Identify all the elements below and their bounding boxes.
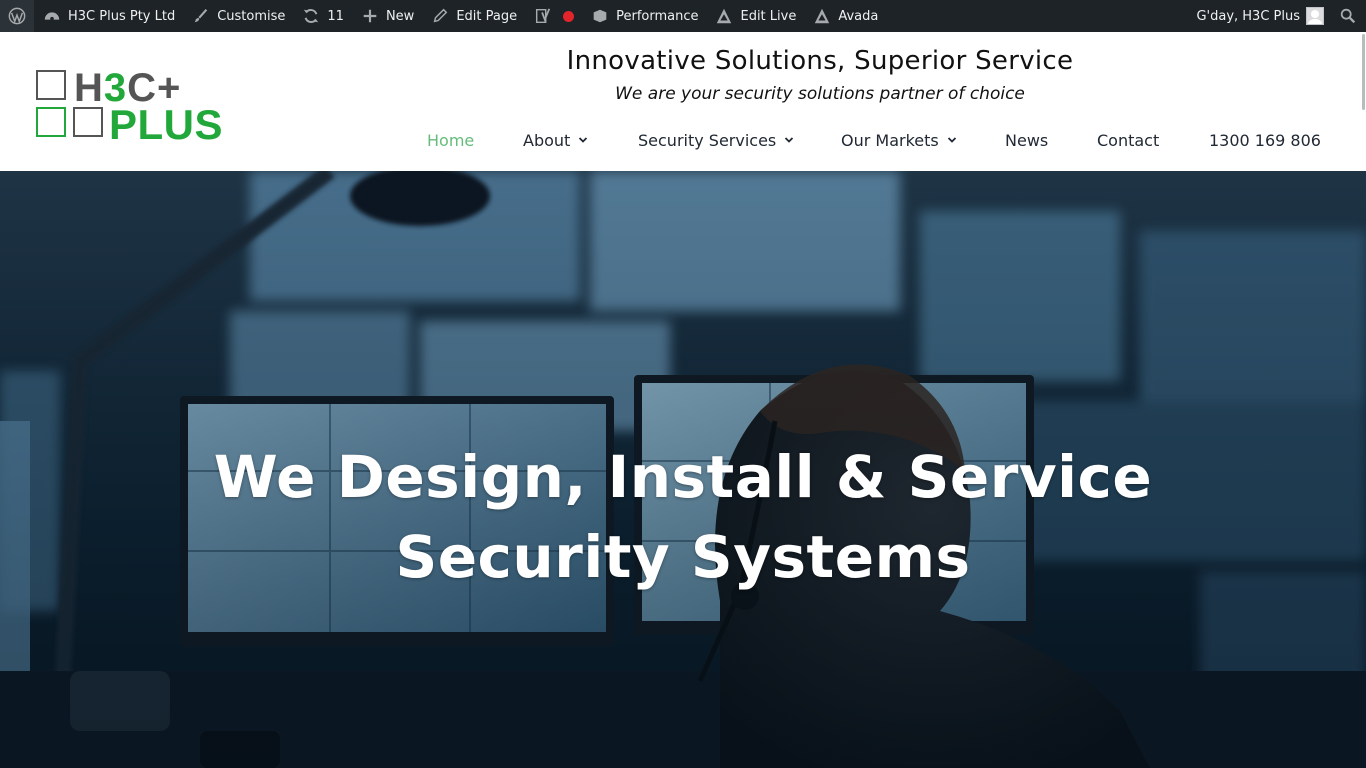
hero-heading-line-2: Security Systems [395,523,971,591]
customise-label: Customise [217,8,286,24]
site-name-menu[interactable]: H3C Plus Pty Ltd [34,0,183,32]
nav-item-our-markets[interactable]: Our Markets [841,128,957,152]
nav-item-label: Our Markets [841,130,939,150]
search-icon [1338,6,1358,26]
admin-bar: H3C Plus Pty Ltd Customise 11 New Edit P… [0,0,1366,32]
customise-button[interactable]: Customise [183,0,293,32]
updates-button[interactable]: 11 [293,0,352,32]
nav-item-news[interactable]: News [1005,128,1048,152]
dashboard-icon [42,6,62,26]
site-name-label: H3C Plus Pty Ltd [68,8,176,24]
paintbrush-icon [191,6,211,26]
edit-page-label: Edit Page [456,8,518,24]
account-menu[interactable]: G'day, H3C Plus [1188,0,1334,32]
seo-menu-button[interactable] [525,0,582,32]
updates-count: 11 [327,8,344,24]
pencil-icon [430,6,450,26]
performance-button[interactable]: Performance [582,0,706,32]
new-label: New [385,8,415,24]
chevron-down-icon [578,135,588,145]
wordpress-icon [7,6,27,26]
updates-icon [301,6,321,26]
chevron-down-icon [947,135,957,145]
performance-label: Performance [616,8,699,24]
nav-item-phone[interactable]: 1300 169 806 [1209,128,1321,152]
edit-page-button[interactable]: Edit Page [422,0,525,32]
seo-plugin-icon [533,6,553,26]
admin-bar-left: H3C Plus Pty Ltd Customise 11 New Edit P… [0,0,886,32]
site-tagline-subtitle: We are your security solutions partner o… [615,84,1025,104]
admin-bar-right: G'day, H3C Plus [1188,0,1366,32]
hero-heading-line-1: We Design, Install & Service [213,443,1153,511]
hero-heading: We Design, Install & Service Security Sy… [183,437,1183,597]
greeting-label: G'day, H3C Plus [1196,8,1300,24]
new-content-button[interactable]: New [352,0,422,32]
site-header: H3C+ PLUS Innovative Solutions, Superior… [0,32,1366,171]
nav-item-label: Contact [1097,130,1160,150]
admin-search-button[interactable] [1334,0,1366,32]
avada-live-icon [714,6,734,26]
nav-item-label: 1300 169 806 [1209,130,1321,150]
site-tagline-title: Innovative Solutions, Superior Service [566,46,1074,76]
logo-square-grey-top [36,70,66,100]
chevron-down-icon [784,135,794,145]
status-dot-icon [563,10,575,22]
hero-section: We Design, Install & Service Security Sy… [0,171,1366,768]
main-navigation: Home About Security Services Our Markets… [0,128,1366,152]
nav-item-home[interactable]: Home [427,128,474,152]
plus-icon [360,6,380,26]
wordpress-logo-button[interactable] [0,0,34,32]
nav-item-label: News [1005,130,1049,150]
nav-item-label: Home [427,130,475,150]
logo-letter-h: H [74,66,104,110]
nav-item-security-services[interactable]: Security Services [638,128,794,152]
avada-label: Avada [838,8,879,24]
avada-icon [812,6,832,26]
nav-item-about[interactable]: About [523,128,588,152]
edit-live-button[interactable]: Edit Live [706,0,804,32]
nav-item-contact[interactable]: Contact [1097,128,1159,152]
edit-live-label: Edit Live [740,8,797,24]
avatar [1306,7,1324,25]
performance-icon [590,6,610,26]
nav-item-label: Security Services [638,130,777,150]
avada-menu-button[interactable]: Avada [804,0,886,32]
page-scrollbar[interactable] [1362,34,1365,110]
nav-item-label: About [523,130,571,150]
